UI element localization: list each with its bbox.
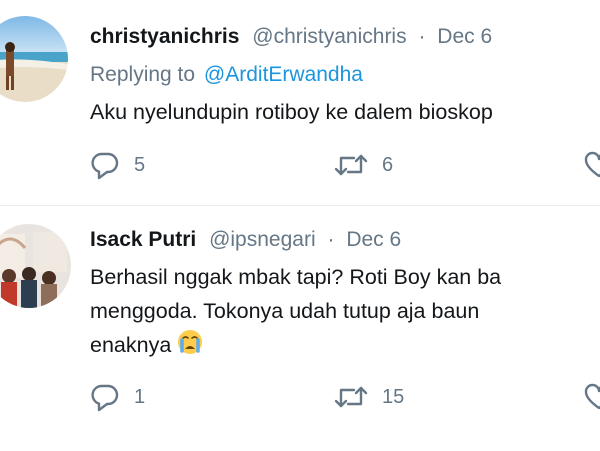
reply-count: 1 (134, 385, 146, 408)
tweet-christyanichris[interactable]: christyanichris @christyanichris · Dec 6… (0, 0, 600, 205)
tweet-actions: 5 6 (0, 150, 600, 184)
tweet-actions: 1 15 (0, 382, 600, 416)
tweet-text-line-last: enaknya (90, 328, 501, 362)
tweet-text-line: Berhasil nggak mbak tapi? Roti Boy kan b… (90, 265, 502, 289)
replying-to: Replying to @ArditErwandha (90, 63, 363, 87)
tweet-text: Aku nyelundupin rotiboy ke dalem bioskop (90, 95, 493, 129)
retweet-count: 6 (382, 153, 394, 176)
tweet-date[interactable]: Dec 6 (346, 228, 401, 251)
tweet-text-line: menggoda. Tokonya udah tutup aja baun (90, 299, 480, 323)
crying-face-emoji-icon (178, 330, 203, 354)
tweet-isack-putri[interactable]: Isack Putri @ipsnegari · Dec 6 Berhasil … (0, 206, 600, 451)
avatar[interactable] (0, 16, 68, 102)
tweet-text: Berhasil nggak mbak tapi? Roti Boy kan b… (90, 260, 501, 362)
replying-to-label: Replying to (90, 63, 196, 86)
heart-icon (584, 383, 600, 410)
replying-to-link[interactable]: @ArditErwandha (204, 63, 363, 86)
reply-bubble-icon (91, 152, 119, 180)
like-button[interactable] (584, 382, 600, 412)
display-name[interactable]: christyanichris (90, 25, 239, 48)
retweet-icon (334, 154, 368, 176)
user-handle[interactable]: @ipsnegari (209, 228, 316, 251)
display-name[interactable]: Isack Putri (90, 228, 196, 251)
reply-bubble-icon (91, 384, 119, 412)
tweet-header: Isack Putri @ipsnegari · Dec 6 (90, 228, 401, 252)
retweet-count: 15 (382, 385, 405, 408)
retweet-icon (334, 386, 368, 408)
user-handle[interactable]: @christyanichris (252, 25, 406, 48)
tweet-text-line: enaknya (90, 333, 172, 357)
retweet-button[interactable]: 15 (334, 382, 404, 412)
retweet-button[interactable]: 6 (334, 150, 393, 180)
heart-icon (584, 151, 600, 178)
tweet-date[interactable]: Dec 6 (437, 25, 492, 48)
separator-dot: · (327, 228, 335, 251)
avatar[interactable] (0, 224, 71, 308)
reply-button[interactable]: 1 (90, 382, 145, 412)
reply-count: 5 (134, 153, 146, 176)
tweet-header: christyanichris @christyanichris · Dec 6 (90, 25, 492, 49)
tweet-text-line: Aku nyelundupin rotiboy ke dalem bioskop (90, 100, 493, 124)
reply-button[interactable]: 5 (90, 150, 145, 180)
separator-dot: · (418, 25, 426, 48)
like-button[interactable] (584, 150, 600, 180)
